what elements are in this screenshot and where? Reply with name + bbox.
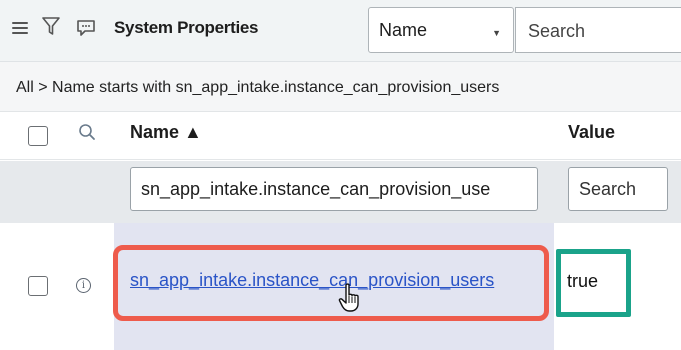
search-input[interactable]: Search (515, 7, 681, 53)
row-checkbox[interactable] (28, 276, 48, 296)
page-title: System Properties (114, 18, 259, 37)
highlight-box-green (556, 249, 631, 317)
name-filter-input[interactable]: sn_app_intake.instance_can_provision_use (130, 167, 538, 211)
hand-cursor-icon (338, 283, 359, 312)
breadcrumb[interactable]: All > Name starts with sn_app_intake.ins… (0, 62, 681, 112)
search-icon[interactable] (78, 123, 96, 141)
filter-funnel-icon[interactable] (42, 16, 60, 36)
select-all-checkbox[interactable] (28, 126, 48, 146)
search-field-select[interactable]: Name ▼ (368, 7, 514, 53)
info-icon[interactable]: i (76, 278, 91, 293)
column-header-name[interactable]: Name ▲ (130, 122, 202, 143)
column-header-value[interactable]: Value (568, 122, 615, 143)
chevron-down-icon: ▼ (492, 28, 501, 38)
highlight-box-red (113, 245, 549, 321)
hamburger-menu-icon[interactable] (12, 22, 28, 36)
search-field-select-value: Name (379, 20, 428, 40)
comment-icon[interactable] (76, 19, 96, 37)
value-search-input[interactable]: Search (568, 167, 668, 211)
